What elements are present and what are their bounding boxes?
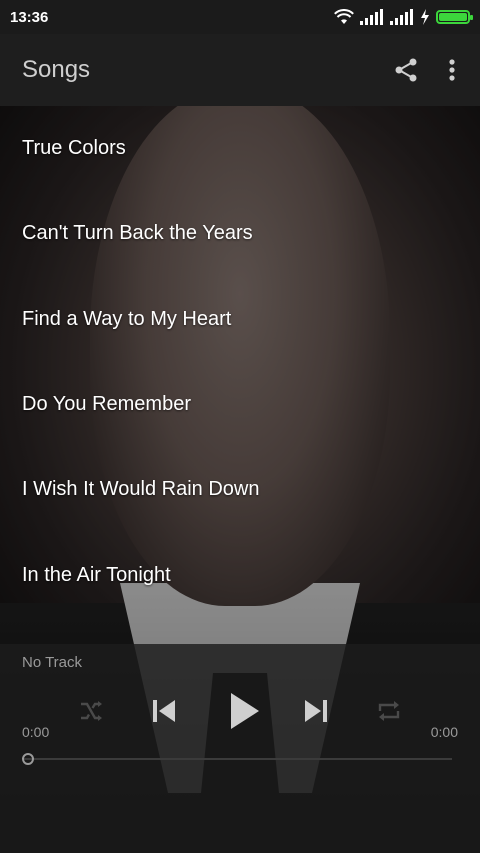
overflow-menu-button[interactable] xyxy=(430,46,474,94)
song-list: True Colors Can't Turn Back the Years Fi… xyxy=(0,106,480,618)
song-item[interactable]: Find a Way to My Heart xyxy=(0,277,480,362)
share-icon xyxy=(395,58,417,82)
seek-bar[interactable] xyxy=(24,758,452,760)
status-bar: 13:36 xyxy=(0,0,480,34)
repeat-button[interactable] xyxy=(372,686,406,736)
play-icon xyxy=(231,693,259,729)
signal-icon xyxy=(390,9,413,25)
repeat-icon xyxy=(378,701,400,721)
next-button[interactable] xyxy=(298,686,334,736)
playback-controls xyxy=(0,686,480,736)
song-item[interactable]: True Colors xyxy=(0,106,480,191)
app-toolbar: Songs xyxy=(0,34,480,106)
status-time: 13:36 xyxy=(10,8,49,26)
signal-icon xyxy=(360,9,383,25)
previous-button[interactable] xyxy=(146,686,182,736)
wifi-icon xyxy=(334,9,354,24)
battery-icon xyxy=(436,10,473,24)
shuffle-button[interactable] xyxy=(76,686,106,736)
seek-bar-thumb[interactable] xyxy=(22,753,34,765)
page-title: Songs xyxy=(22,56,91,83)
previous-icon xyxy=(153,700,175,722)
status-icons xyxy=(334,9,473,25)
now-playing-label: No Track xyxy=(22,654,83,671)
song-item[interactable]: I Wish It Would Rain Down xyxy=(0,447,480,532)
song-item[interactable]: Do You Remember xyxy=(0,362,480,447)
next-icon xyxy=(305,700,327,722)
song-item[interactable]: In the Air Tonight xyxy=(0,532,480,617)
charging-icon xyxy=(421,9,429,25)
share-button[interactable] xyxy=(382,46,430,94)
play-button[interactable] xyxy=(222,686,266,736)
shuffle-icon xyxy=(81,701,102,721)
player-panel: No Track 0:00 0:00 xyxy=(0,644,480,853)
song-item[interactable]: Can't Turn Back the Years xyxy=(0,191,480,276)
elapsed-time: 0:00 xyxy=(22,724,50,740)
more-vert-icon xyxy=(449,59,455,81)
total-duration: 0:00 xyxy=(430,724,458,740)
